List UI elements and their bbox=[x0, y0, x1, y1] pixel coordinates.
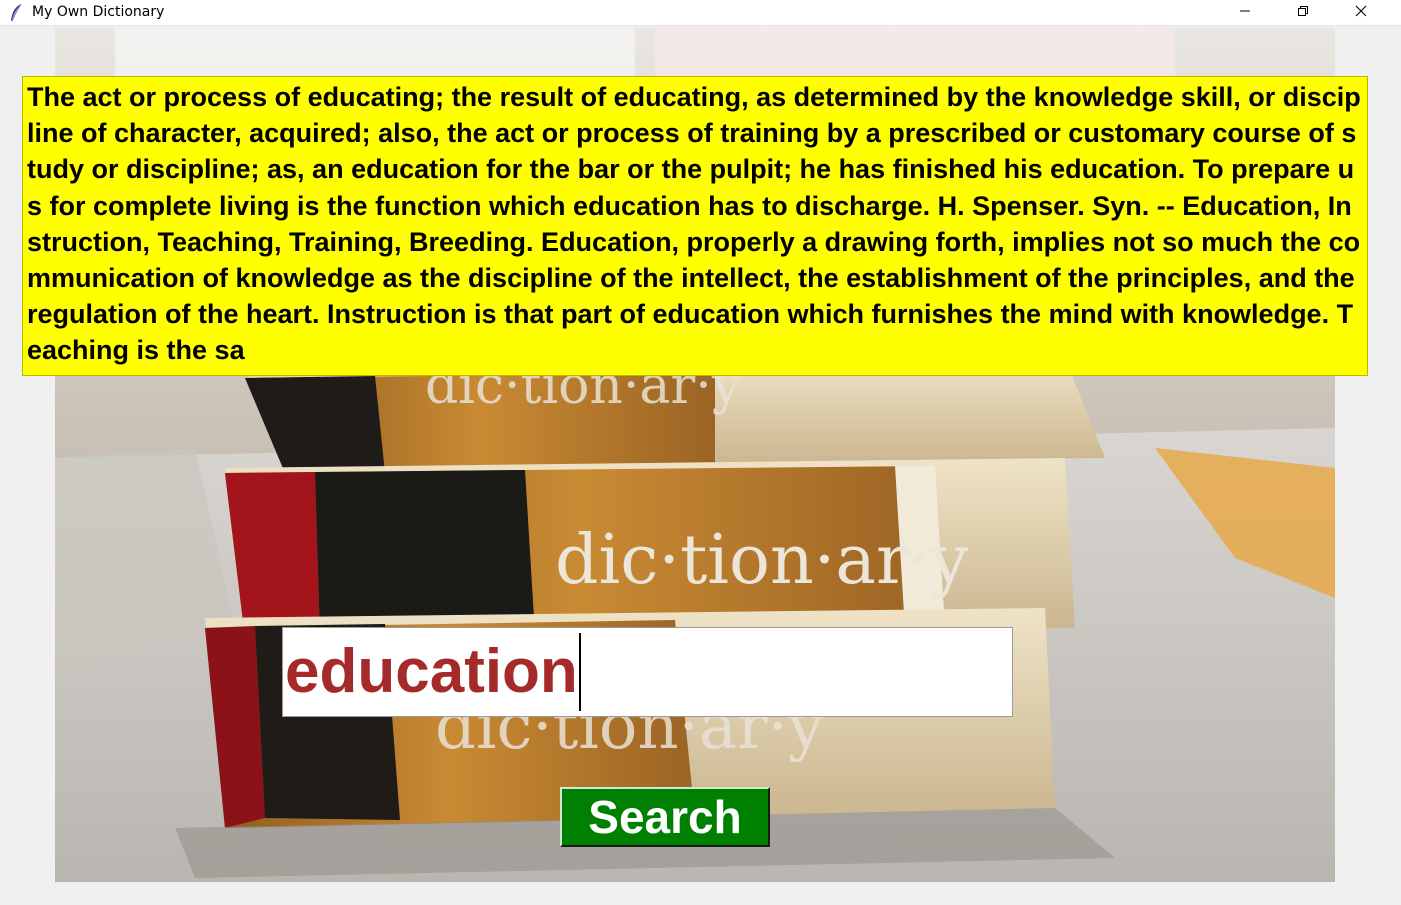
search-button-label: Search bbox=[588, 791, 742, 843]
close-icon bbox=[1355, 4, 1367, 22]
maximize-button[interactable] bbox=[1274, 0, 1332, 26]
search-button[interactable]: Search bbox=[560, 787, 770, 847]
feather-icon bbox=[9, 3, 23, 23]
minimize-icon bbox=[1239, 4, 1251, 22]
definition-text: The act or process of educating; the res… bbox=[27, 82, 1361, 366]
spine-text-middle: dic·tion·ar·y bbox=[555, 521, 969, 600]
close-button[interactable] bbox=[1332, 0, 1390, 26]
definition-textbox[interactable]: The act or process of educating; the res… bbox=[22, 76, 1368, 376]
maximize-icon bbox=[1297, 4, 1309, 22]
window-titlebar: My Own Dictionary bbox=[0, 0, 1401, 26]
text-caret bbox=[578, 633, 581, 711]
search-input-value: education bbox=[285, 637, 578, 706]
window-title: My Own Dictionary bbox=[32, 4, 165, 20]
minimize-button[interactable] bbox=[1216, 0, 1274, 26]
search-input[interactable]: education bbox=[282, 627, 1013, 717]
